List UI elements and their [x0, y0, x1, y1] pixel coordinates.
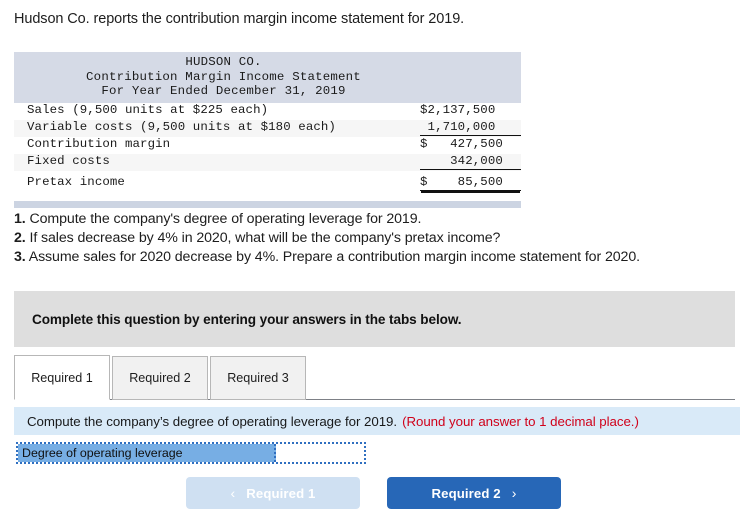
question-list: 1. Compute the company's degree of opera…: [14, 210, 640, 267]
statement-title-line-3: For Year Ended December 31, 2019: [101, 84, 346, 98]
requirement-hint: (Round your answer to 1 decimal place.): [402, 413, 639, 429]
banner-text: Complete this question by entering your …: [32, 311, 462, 327]
next-button-label: Required 2: [431, 485, 501, 501]
table-row: Pretax income $ 85,500: [14, 171, 521, 192]
answer-label: Degree of operating leverage: [18, 444, 276, 462]
list-item: 1. Compute the company's degree of opera…: [14, 210, 640, 229]
intro-text: Hudson Co. reports the contribution marg…: [14, 11, 465, 27]
navigation-buttons: ‹ Required 1 Required 2 ›: [0, 477, 747, 509]
question-text: Assume sales for 2020 decrease by 4%. Pr…: [28, 249, 640, 265]
row-label: Fixed costs: [27, 153, 110, 168]
tab-required-1[interactable]: Required 1: [14, 355, 110, 400]
row-amount: $2,137,500: [420, 102, 496, 117]
question-page: Hudson Co. reports the contribution marg…: [0, 0, 747, 532]
answer-row: Degree of operating leverage: [16, 442, 366, 464]
chevron-right-icon: ›: [511, 485, 517, 501]
row-amount: $ 85,500: [420, 175, 521, 191]
row-amount: 342,000: [420, 154, 521, 170]
chevron-left-icon: ‹: [230, 485, 236, 501]
requirement-prompt-bar: Compute the company’s degree of operatin…: [14, 407, 740, 435]
degree-of-operating-leverage-input[interactable]: [276, 444, 364, 462]
requirement-tabs: Required 1 Required 2 Required 3: [14, 355, 735, 400]
table-row: Contribution margin $ 427,500: [14, 137, 521, 154]
tab-required-3[interactable]: Required 3: [210, 356, 306, 400]
statement-title-line-1: HUDSON CO.: [185, 55, 262, 69]
list-item: 3. Assume sales for 2020 decrease by 4%.…: [14, 248, 640, 267]
tab-required-2[interactable]: Required 2: [112, 356, 208, 400]
row-amount: $ 427,500: [420, 136, 503, 151]
tab-label: Required 2: [129, 371, 191, 385]
row-amount: 1,710,000: [420, 120, 521, 136]
previous-button-label: Required 1: [246, 485, 316, 501]
requirement-prompt: Compute the company’s degree of operatin…: [27, 413, 398, 429]
complete-question-banner: Complete this question by entering your …: [14, 291, 735, 347]
list-item: 2. If sales decrease by 4% in 2020, what…: [14, 229, 640, 248]
row-label: Variable costs (9,500 units at $180 each…: [27, 119, 336, 134]
contribution-margin-income-statement: HUDSON CO. Contribution Margin Income St…: [14, 52, 521, 208]
previous-required-button[interactable]: ‹ Required 1: [186, 477, 360, 509]
question-number: 2.: [14, 230, 26, 246]
row-label: Pretax income: [27, 174, 125, 189]
question-number: 3.: [14, 249, 26, 265]
next-required-button[interactable]: Required 2 ›: [387, 477, 561, 509]
row-label: Contribution margin: [27, 136, 171, 151]
table-row: Fixed costs 342,000: [14, 153, 521, 171]
statement-header: HUDSON CO. Contribution Margin Income St…: [14, 52, 521, 103]
row-label: Sales (9,500 units at $225 each): [27, 102, 269, 117]
statement-footer-bar: [14, 200, 521, 208]
table-row: Variable costs (9,500 units at $180 each…: [14, 119, 521, 137]
table-row: Sales (9,500 units at $225 each) $2,137,…: [14, 103, 521, 120]
question-text: If sales decrease by 4% in 2020, what wi…: [29, 230, 501, 246]
statement-title-line-2: Contribution Margin Income Statement: [86, 69, 361, 84]
question-number: 1.: [14, 211, 26, 227]
tab-label: Required 3: [227, 371, 289, 385]
question-text: Compute the company's degree of operatin…: [29, 211, 422, 227]
tab-label: Required 1: [31, 370, 93, 385]
